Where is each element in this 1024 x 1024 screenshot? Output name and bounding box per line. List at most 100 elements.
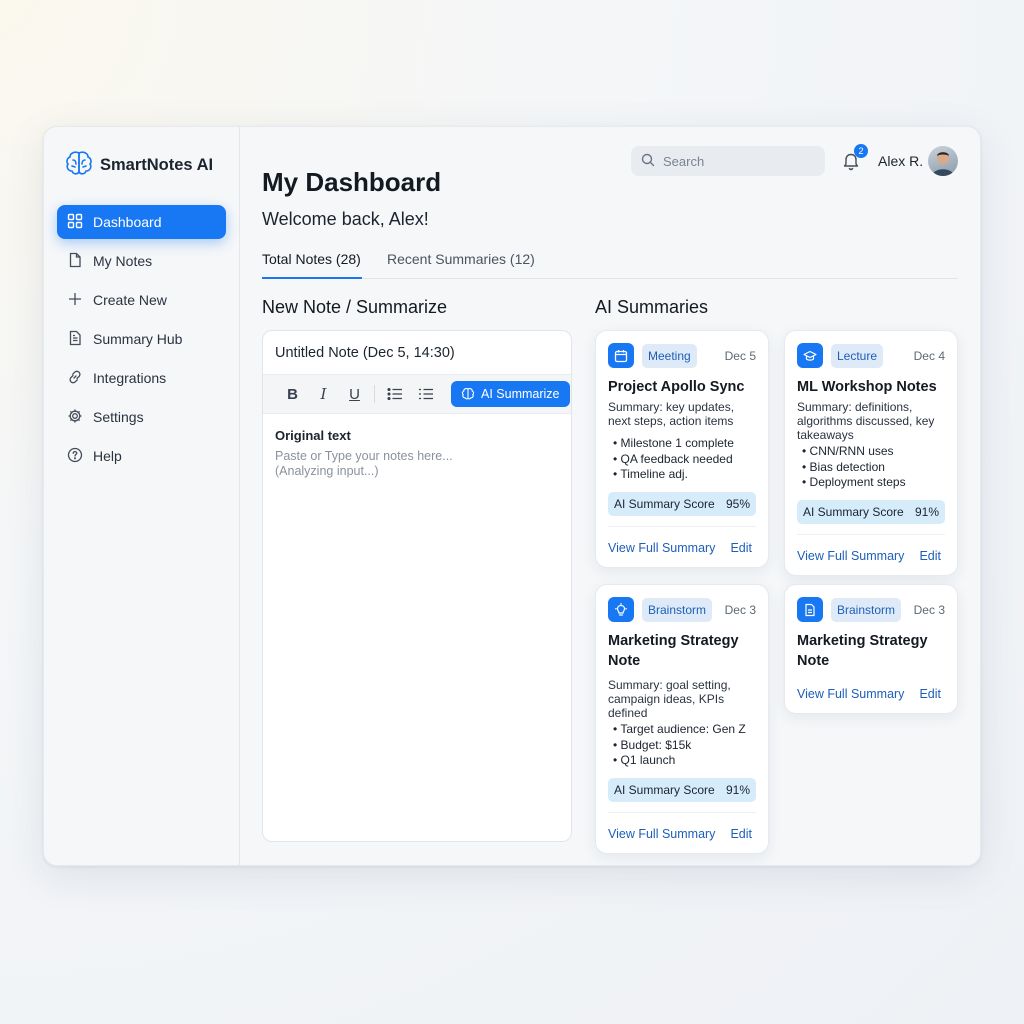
score-label: AI Summary Score [614, 496, 715, 511]
sidebar-item-settings[interactable]: Settings [57, 400, 226, 434]
tab-total-notes[interactable]: Total Notes (28) [262, 251, 361, 267]
sidebar-item-my-notes[interactable]: My Notes [57, 244, 226, 278]
summary-card[interactable]: Brainstorm Dec 3 Marketing Strategy Note… [595, 584, 769, 854]
view-full-summary-link[interactable]: View Full Summary [797, 549, 904, 563]
summary-card[interactable]: Meeting Dec 5 Project Apollo Sync Summar… [595, 330, 769, 568]
edit-link[interactable]: Edit [730, 827, 752, 841]
score-value: 95% [725, 496, 750, 511]
card-date: Dec 5 [724, 348, 756, 363]
help-icon [67, 447, 83, 466]
bullet-list-button[interactable] [379, 382, 410, 406]
score-value: 91% [725, 782, 750, 797]
card-title: Marketing Strategy Note [608, 633, 739, 669]
sidebar-item-label: Create New [93, 292, 167, 308]
bold-button[interactable]: B [277, 382, 308, 406]
tab-recent-summaries[interactable]: Recent Summaries (12) [387, 251, 535, 267]
list-item: Deployment steps [797, 475, 945, 491]
plus-icon [67, 291, 83, 310]
search-input[interactable]: Search [663, 154, 704, 169]
app-window: SmartNotes AI Dashboard My Notes Create … [43, 126, 981, 866]
edit-link[interactable]: Edit [919, 687, 941, 701]
sidebar-item-label: Integrations [93, 370, 167, 386]
card-bullets: Target audience: Gen Z Budget: $15k Q1 l… [608, 722, 756, 769]
note-body[interactable]: Original text Paste or Type your notes h… [263, 414, 571, 493]
sidebar-nav: Dashboard My Notes Create New Summary Hu… [57, 205, 226, 478]
italic-button[interactable]: I [308, 382, 339, 406]
brain-icon [64, 149, 94, 182]
category-tag: Meeting [642, 343, 697, 368]
summaries-section-title: AI Summaries [595, 297, 709, 317]
gear-icon [67, 408, 83, 427]
list-item: CNN/RNN uses [797, 444, 945, 460]
search-box[interactable]: Search [631, 146, 825, 176]
dashboard-icon [67, 213, 83, 232]
sidebar-item-label: Summary Hub [93, 331, 183, 347]
main-content: Search 2 Alex R. My Dashboard Welcome ba… [262, 127, 958, 865]
sidebar-item-dashboard[interactable]: Dashboard [57, 205, 226, 239]
welcome-message: Welcome back, Alex! [262, 209, 429, 229]
list-item: Milestone 1 complete [608, 436, 756, 452]
editor-toolbar: B I U AI Summarize [263, 375, 571, 414]
original-text-label: Original text [275, 428, 351, 443]
view-full-summary-link[interactable]: View Full Summary [608, 541, 715, 555]
list-item: Target audience: Gen Z [608, 722, 756, 738]
graduation-cap-icon [797, 343, 823, 368]
avatar[interactable] [928, 146, 958, 176]
notification-badge: 2 [854, 144, 868, 158]
calendar-icon [608, 343, 634, 368]
ai-summarize-button[interactable]: AI Summarize [451, 381, 570, 407]
note-placeholder: Paste or Type your notes here... [275, 449, 453, 463]
list-item: QA feedback needed [608, 452, 756, 468]
bell-icon [842, 153, 860, 175]
note-title-input[interactable]: Untitled Note (Dec 5, 14:30) [263, 331, 571, 375]
toolbar-divider [374, 385, 375, 403]
brand[interactable]: SmartNotes AI [64, 149, 213, 182]
card-date: Dec 3 [724, 602, 756, 617]
summary-score: AI Summary Score 95% [608, 491, 756, 516]
card-bullets: Milestone 1 complete QA feedback needed … [608, 436, 756, 483]
notifications-button[interactable]: 2 [842, 144, 868, 175]
card-date: Dec 3 [913, 602, 945, 617]
card-title: Project Apollo Sync [608, 379, 745, 395]
summary-score: AI Summary Score 91% [608, 777, 756, 802]
sidebar-item-summary-hub[interactable]: Summary Hub [57, 322, 226, 356]
edit-link[interactable]: Edit [730, 541, 752, 555]
summary-card[interactable]: Lecture Dec 4 ML Workshop Notes Summary:… [784, 330, 958, 576]
card-summary: Summary: definitions, algorithms discuss… [797, 400, 935, 442]
view-full-summary-link[interactable]: View Full Summary [608, 827, 715, 841]
brain-icon [461, 388, 475, 400]
card-title: ML Workshop Notes [797, 379, 937, 395]
list-item: Q1 launch [608, 753, 756, 769]
score-label: AI Summary Score [614, 782, 715, 797]
card-bullets: CNN/RNN uses Bias detection Deployment s… [797, 444, 945, 491]
category-tag: Brainstorm [642, 597, 713, 622]
search-icon [641, 153, 655, 170]
sidebar-item-integrations[interactable]: Integrations [57, 361, 226, 395]
edit-link[interactable]: Edit [919, 549, 941, 563]
user-name[interactable]: Alex R. [878, 153, 923, 169]
sidebar: SmartNotes AI Dashboard My Notes Create … [44, 127, 240, 865]
list-item: Bias detection [797, 460, 945, 476]
numbered-list-button[interactable] [410, 382, 441, 406]
app-name: SmartNotes AI [100, 156, 214, 174]
card-summary: Summary: goal setting, campaign ideas, K… [608, 678, 731, 720]
card-title: Marketing Strategy Note [797, 633, 928, 669]
page-title: My Dashboard [262, 167, 442, 197]
ai-summarize-label: AI Summarize [481, 387, 560, 401]
summary-score: AI Summary Score 91% [797, 499, 945, 524]
view-full-summary-link[interactable]: View Full Summary [797, 687, 904, 701]
tab-bar: Total Notes (28) Recent Summaries (12) [262, 247, 958, 279]
link-icon [67, 369, 83, 388]
sidebar-item-label: Help [93, 448, 122, 464]
score-value: 91% [914, 504, 939, 519]
document-icon [797, 597, 823, 622]
sidebar-item-help[interactable]: Help [57, 439, 226, 473]
bullet-list-icon [386, 387, 402, 401]
list-item: Timeline adj. [608, 467, 756, 483]
underline-button[interactable]: U [339, 382, 370, 406]
category-tag: Lecture [831, 343, 884, 368]
sidebar-item-create-new[interactable]: Create New [57, 283, 226, 317]
card-date: Dec 4 [913, 348, 945, 363]
sidebar-item-label: Dashboard [93, 214, 162, 230]
summary-card[interactable]: Brainstorm Dec 3 Marketing Strategy Note… [784, 584, 958, 714]
